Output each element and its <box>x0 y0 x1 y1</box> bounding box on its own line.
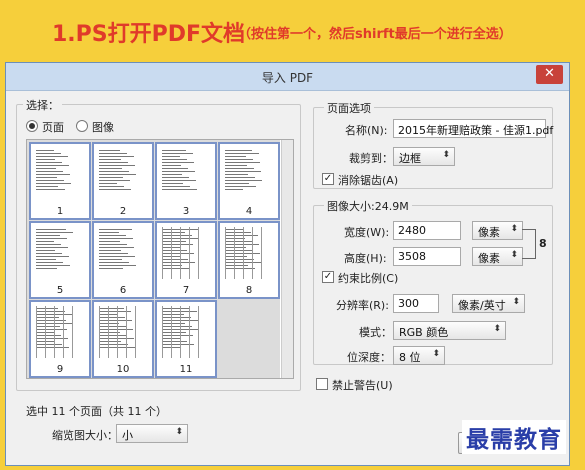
constrain-link-bracket <box>522 229 536 259</box>
thumbnail-number: 11 <box>179 364 193 375</box>
width-unit-value: 像素 <box>478 226 500 239</box>
page-preview <box>36 227 76 279</box>
link-icon: 8 <box>539 237 547 250</box>
name-label: 名称(N): <box>345 124 388 137</box>
depth-value: 8 位 <box>399 351 421 364</box>
thumb-size-value: 小 <box>122 429 133 442</box>
page-thumbnail[interactable]: 4 <box>218 142 280 220</box>
thumbnail-number: 5 <box>56 285 64 296</box>
dialog-title: 导入 PDF <box>261 71 314 85</box>
width-field[interactable]: 2480 <box>393 221 461 240</box>
page-thumbnail[interactable]: 1 <box>29 142 91 220</box>
page-preview <box>99 227 139 279</box>
thumb-size-label: 缩览图大小： <box>52 429 118 442</box>
thumbnail-number: 9 <box>56 364 64 375</box>
crop-select[interactable]: 边框 ⬍ <box>393 147 455 166</box>
name-field[interactable]: 2015年新理赔政策 - 佳源1.pdf <box>393 119 553 138</box>
suppress-warnings-checkbox[interactable] <box>316 378 328 390</box>
page-thumbnail[interactable]: 6 <box>92 221 154 299</box>
thumbnail-number: 10 <box>116 364 130 375</box>
page-preview <box>99 148 139 200</box>
thumbnail-number: 4 <box>245 206 253 217</box>
suppress-warnings-label[interactable]: 禁止警告(U) <box>332 377 393 393</box>
height-unit-select[interactable]: 像素 ⬍ <box>472 247 523 266</box>
updown-arrow-icon: ⬍ <box>510 250 518 260</box>
close-button[interactable]: ✕ <box>536 65 563 84</box>
anti-alias-label[interactable]: 消除锯齿(A) <box>338 172 398 188</box>
page-thumbnail[interactable]: 2 <box>92 142 154 220</box>
page-preview <box>162 306 202 358</box>
depth-select[interactable]: 8 位 ⬍ <box>393 346 445 365</box>
page-preview <box>36 306 76 358</box>
crop-label: 裁剪到： <box>349 152 393 165</box>
mode-label: 模式： <box>359 326 392 339</box>
thumbnail-scrollbar[interactable] <box>281 140 293 378</box>
thumbnail-number: 3 <box>182 206 190 217</box>
updown-arrow-icon: ⬍ <box>493 324 501 334</box>
selection-status: 选中 11 个页面（共 11 个） <box>26 405 167 418</box>
thumbnail-number: 7 <box>182 285 190 296</box>
import-pdf-dialog: 导入 PDF ✕ 选择： 页面 图像 1 2 3 4 5 6 7 8 9 10 11 选中 11 个… <box>5 62 570 466</box>
updown-arrow-icon: ⬍ <box>432 349 440 359</box>
page-thumbnail[interactable]: 3 <box>155 142 217 220</box>
page-preview <box>225 148 265 200</box>
height-field[interactable]: 3508 <box>393 247 461 266</box>
page-thumbnail[interactable]: 11 <box>155 300 217 378</box>
select-legend: 选择： <box>23 97 62 113</box>
page-thumbnail[interactable]: 7 <box>155 221 217 299</box>
brand-watermark: 最需教育 <box>462 420 566 454</box>
page-thumbnail[interactable]: 8 <box>218 221 280 299</box>
page-options-legend: 页面选项 <box>324 100 374 116</box>
updown-arrow-icon: ⬍ <box>510 224 518 234</box>
constrain-label[interactable]: 约束比例(C) <box>338 270 398 286</box>
banner-subtitle: （按住第一个，然后shirft最后一个进行全选） <box>238 27 512 42</box>
thumb-size-select[interactable]: 小 ⬍ <box>116 424 188 443</box>
page-preview <box>162 227 202 279</box>
updown-arrow-icon: ⬍ <box>175 427 183 437</box>
image-radio-label[interactable]: 图像 <box>92 119 114 135</box>
page-radio-label[interactable]: 页面 <box>42 119 64 135</box>
depth-label: 位深度： <box>347 351 391 364</box>
dialog-titlebar[interactable]: 导入 PDF ✕ <box>6 63 569 91</box>
thumbnail-number: 2 <box>119 206 127 217</box>
tutorial-banner: 1.PS打开PDF文档 （按住第一个，然后shirft最后一个进行全选） <box>0 0 585 60</box>
image-radio[interactable] <box>76 120 88 132</box>
resolution-label: 分辨率(R): <box>336 299 389 312</box>
updown-arrow-icon: ⬍ <box>442 150 450 160</box>
page-thumbnail[interactable]: 9 <box>29 300 91 378</box>
crop-value: 边框 <box>399 152 421 165</box>
constrain-checkbox[interactable]: ✓ <box>322 271 334 283</box>
anti-alias-checkbox[interactable]: ✓ <box>322 173 334 185</box>
height-unit-value: 像素 <box>478 252 500 265</box>
updown-arrow-icon: ⬍ <box>512 297 520 307</box>
resolution-field[interactable]: 300 <box>393 294 439 313</box>
width-unit-select[interactable]: 像素 ⬍ <box>472 221 523 240</box>
height-label: 高度(H): <box>344 252 387 265</box>
mode-value: RGB 颜色 <box>399 326 449 339</box>
page-preview <box>99 306 139 358</box>
page-preview <box>36 148 76 200</box>
image-size-legend: 图像大小:24.9M <box>324 198 412 214</box>
page-thumbnail[interactable]: 5 <box>29 221 91 299</box>
resolution-unit-value: 像素/英寸 <box>458 299 506 312</box>
width-label: 宽度(W): <box>344 226 390 239</box>
page-radio[interactable] <box>26 120 38 132</box>
thumbnail-number: 8 <box>245 285 253 296</box>
resolution-unit-select[interactable]: 像素/英寸 ⬍ <box>452 294 525 313</box>
banner-title: 1.PS打开PDF文档 <box>52 22 246 47</box>
page-preview <box>225 227 265 279</box>
thumbnail-grid: 1 2 3 4 5 6 7 8 9 10 11 <box>27 140 280 378</box>
mode-select[interactable]: RGB 颜色 ⬍ <box>393 321 506 340</box>
page-preview <box>162 148 202 200</box>
thumbnail-list[interactable]: 1 2 3 4 5 6 7 8 9 10 11 <box>26 139 294 379</box>
page-thumbnail[interactable]: 10 <box>92 300 154 378</box>
thumbnail-number: 6 <box>119 285 127 296</box>
thumbnail-number: 1 <box>56 206 64 217</box>
